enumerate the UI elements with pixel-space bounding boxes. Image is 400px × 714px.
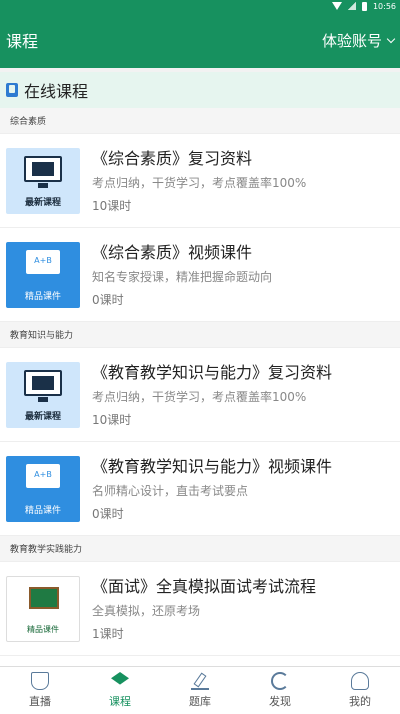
tab-question-bank[interactable]: 题库 (160, 667, 240, 714)
course-title: 《综合素质》视频课件 (92, 242, 253, 262)
shield-icon (31, 672, 49, 690)
course-description: 考点归纳，干货学习，考点覆盖率100% (92, 175, 307, 190)
page-title: 课程 (6, 32, 39, 51)
course-item[interactable]: 最新课程 《综合素质》复习资料 考点归纳，干货学习，考点覆盖率100% 10课时 (0, 134, 400, 228)
graduation-cap-icon (111, 672, 129, 685)
course-hours: 1课时 (92, 626, 124, 641)
course-list[interactable]: 综合素质 最新课程 《综合素质》复习资料 考点归纳，干货学习，考点覆盖率100%… (0, 108, 400, 666)
battery-icon (361, 1, 367, 11)
tab-me[interactable]: 我的 (320, 667, 400, 714)
bottom-nav: 直播 课程 题库 发现 我的 (0, 666, 400, 714)
wifi-icon (331, 2, 342, 10)
course-thumbnail: 最新课程 (6, 361, 80, 428)
course-description: 全真模拟，还原考场 (92, 603, 201, 618)
app-bar: 课程 体验账号 (0, 12, 400, 68)
course-description: 考点归纳，干货学习，考点覆盖率100% (92, 389, 307, 404)
tab-label: 直播 (29, 695, 51, 708)
whiteboard-icon (26, 463, 60, 488)
status-time: 10:56 (372, 1, 396, 11)
course-hours: 0课时 (92, 506, 124, 521)
course-item[interactable]: 精品课件 《面试》全真模拟面试考试流程 全真模拟，还原考场 1课时 (0, 562, 400, 656)
status-bar: 10:56 (0, 0, 400, 12)
refresh-icon (271, 672, 289, 690)
course-title: 《面试》全真模拟面试考试流程 (92, 576, 317, 596)
user-icon (351, 672, 369, 690)
course-thumbnail: 精品课件 (6, 241, 80, 308)
course-title: 《教育教学知识与能力》视频课件 (92, 456, 333, 476)
course-title: 《综合素质》复习资料 (92, 148, 253, 168)
account-switcher[interactable]: 体验账号 (321, 30, 396, 51)
thumbnail-caption: 最新课程 (24, 197, 61, 208)
monitor-icon (24, 369, 62, 402)
book-icon (6, 83, 18, 97)
tab-label: 发现 (269, 695, 291, 708)
chevron-down-icon (386, 34, 396, 43)
tab-discover[interactable]: 发现 (240, 667, 320, 714)
signal-icon (347, 2, 356, 10)
monitor-icon (24, 155, 62, 188)
category-header: 教育教学实践能力 (0, 536, 400, 562)
course-item[interactable]: 最新课程 《教育教学知识与能力》复习资料 考点归纳，干货学习，考点覆盖率100%… (0, 348, 400, 442)
whiteboard-icon (26, 249, 60, 274)
course-hours: 0课时 (92, 292, 124, 307)
course-description: 名师精心设计，直击考试要点 (92, 483, 249, 498)
category-header: 综合素质 (0, 108, 400, 134)
pencil-icon (191, 672, 209, 690)
course-title: 《教育教学知识与能力》复习资料 (92, 362, 333, 382)
tab-label: 题库 (189, 695, 211, 708)
thumbnail-caption: 精品课件 (27, 624, 59, 634)
section-header: 在线课程 (0, 72, 400, 108)
course-hours: 10课时 (92, 412, 132, 427)
tab-label: 我的 (349, 695, 371, 708)
status-icons: 10:56 (331, 0, 396, 12)
tab-live[interactable]: 直播 (0, 667, 80, 714)
chalkboard-icon (29, 586, 59, 609)
section-title: 在线课程 (24, 82, 89, 101)
account-label: 体验账号 (321, 31, 382, 50)
tab-courses[interactable]: 课程 (80, 667, 160, 714)
course-thumbnail: 精品课件 (6, 455, 80, 522)
thumbnail-caption: 精品课件 (24, 505, 61, 516)
tab-label: 课程 (109, 695, 131, 708)
course-description: 知名专家授课，精准把握命题动向 (92, 269, 273, 284)
course-hours: 10课时 (92, 198, 132, 213)
thumbnail-caption: 精品课件 (24, 291, 61, 302)
course-item[interactable]: 精品课件 《综合素质》视频课件 知名专家授课，精准把握命题动向 0课时 (0, 228, 400, 322)
course-thumbnail: 最新课程 (6, 147, 80, 214)
course-item[interactable]: 精品课件 《教育教学知识与能力》视频课件 名师精心设计，直击考试要点 0课时 (0, 442, 400, 536)
thumbnail-caption: 最新课程 (24, 411, 61, 422)
course-thumbnail: 精品课件 (6, 575, 80, 642)
category-header: 教育知识与能力 (0, 322, 400, 348)
